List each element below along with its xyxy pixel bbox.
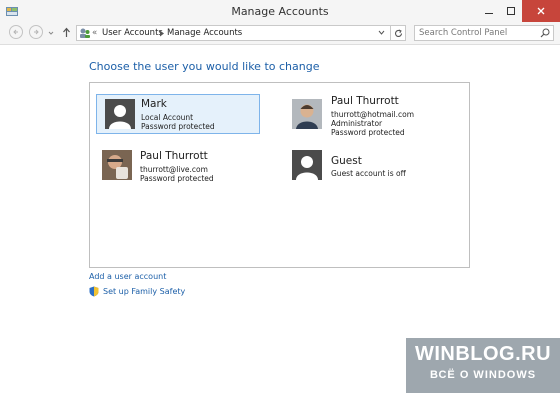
default-user-icon <box>109 105 131 129</box>
account-email: thurrott@hotmail.com <box>331 110 415 119</box>
user-photo-icon <box>292 99 322 129</box>
search-icon[interactable] <box>540 28 550 38</box>
account-type: Local Account <box>141 113 194 122</box>
forward-button[interactable] <box>29 25 43 39</box>
window-title: Manage Accounts <box>231 5 329 18</box>
back-button[interactable] <box>9 25 23 39</box>
account-tile-mark[interactable]: Mark Local Account Password protected <box>96 94 260 134</box>
up-arrow-icon[interactable] <box>62 27 71 38</box>
winblog-watermark: WINBLOG.RU ВСЁ О WINDOWS <box>406 338 560 393</box>
breadcrumb-user-accounts[interactable]: User Accounts <box>102 26 163 40</box>
account-tile-paul-live[interactable]: Paul Thurrott thurrott@live.com Password… <box>96 147 260 187</box>
recent-locations-chevron-icon[interactable] <box>48 30 54 36</box>
maximize-icon <box>507 7 515 15</box>
family-safety-link[interactable]: Set up Family Safety <box>103 287 185 296</box>
account-status: Guest account is off <box>331 169 406 178</box>
default-user-icon <box>296 156 318 180</box>
add-user-account-link[interactable]: Add a user account <box>89 272 166 281</box>
avatar <box>292 150 322 180</box>
refresh-icon <box>394 29 402 37</box>
account-tile-guest[interactable]: Guest Guest account is off <box>286 147 456 187</box>
account-name: Paul Thurrott <box>140 150 208 162</box>
address-dropdown-icon[interactable] <box>378 30 385 36</box>
account-status: Password protected <box>140 174 214 183</box>
user-accounts-icon <box>80 28 90 38</box>
search-input[interactable]: Search Control Panel <box>414 25 554 41</box>
forward-arrow-icon <box>34 29 39 35</box>
account-email: thurrott@live.com <box>140 165 208 174</box>
user-photo-icon <box>102 150 132 180</box>
account-status: Password protected <box>331 128 405 137</box>
account-name: Guest <box>331 155 362 167</box>
account-name: Paul Thurrott <box>331 95 399 107</box>
close-icon <box>537 7 545 15</box>
account-status: Password protected <box>141 122 215 131</box>
maximize-button[interactable] <box>500 0 522 22</box>
avatar <box>105 99 135 129</box>
watermark-title: WINBLOG.RU <box>414 343 552 365</box>
watermark-subtitle: ВСЁ О WINDOWS <box>429 369 537 381</box>
minimize-button[interactable] <box>478 0 500 22</box>
refresh-button[interactable] <box>390 25 406 41</box>
accounts-panel: Mark Local Account Password protected Pa… <box>89 82 470 268</box>
title-bar: Manage Accounts <box>0 0 560 23</box>
back-arrow-icon <box>13 29 18 35</box>
address-bar[interactable]: « User Accounts Manage Accounts <box>76 25 406 41</box>
account-name: Mark <box>141 98 167 110</box>
breadcrumb-manage-accounts[interactable]: Manage Accounts <box>167 26 242 40</box>
page-heading: Choose the user you would like to change <box>89 60 320 73</box>
minimize-icon <box>485 13 493 14</box>
avatar <box>102 150 132 180</box>
security-shield-icon <box>89 286 99 297</box>
avatar <box>292 99 322 129</box>
account-tile-paul-hotmail[interactable]: Paul Thurrott thurrott@hotmail.com Admin… <box>286 93 456 139</box>
breadcrumb-separator-icon[interactable] <box>159 30 165 37</box>
account-type: Administrator <box>331 119 383 128</box>
breadcrumb-overflow[interactable]: « <box>92 26 97 40</box>
navigation-bar: « User Accounts Manage Accounts Search C… <box>0 22 560 45</box>
close-button[interactable] <box>522 0 560 22</box>
